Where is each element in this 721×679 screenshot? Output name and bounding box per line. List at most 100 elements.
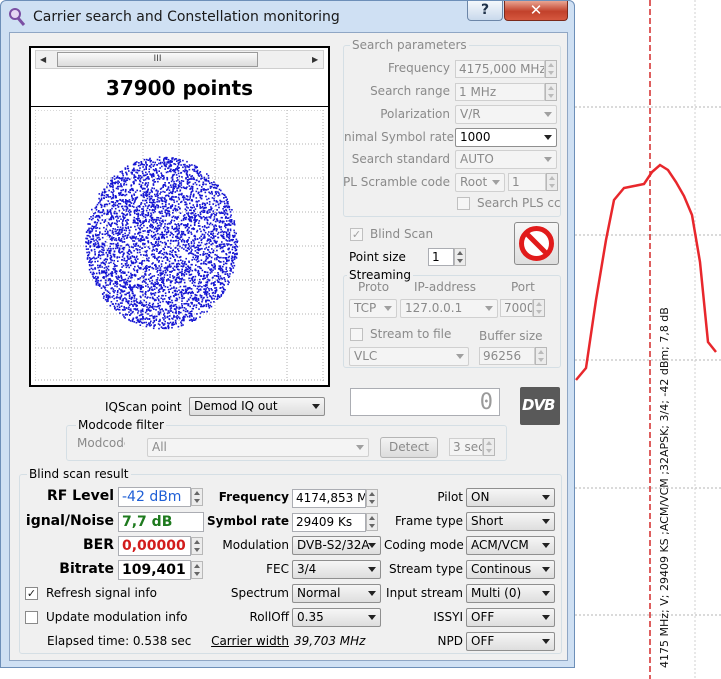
port-spinner[interactable] — [533, 299, 545, 317]
search-pls-checkbox[interactable] — [457, 197, 470, 210]
points-count: 37900 points — [105, 76, 254, 100]
ber-spinner[interactable] — [191, 537, 203, 555]
symbol-rate-value: 1000 — [460, 130, 491, 144]
search-range-spinner[interactable] — [545, 83, 557, 101]
dialog-window: Carrier search and Constellation monitor… — [0, 0, 575, 668]
symbol-rate-result-spinner[interactable] — [366, 513, 378, 531]
fec-label: FEC — [266, 562, 289, 576]
stream-to-file-checkbox[interactable] — [350, 328, 363, 341]
update-modulation-label: Update modulation info — [46, 610, 188, 624]
chevron-down-icon — [542, 591, 550, 596]
port-label: Port — [511, 280, 535, 294]
bitrate-spinner[interactable] — [191, 561, 203, 579]
stream-type-select[interactable]: Continous — [466, 560, 555, 579]
blind-scan-checkbox[interactable]: ✓ — [350, 228, 363, 241]
input-stream-label: Input stream — [386, 586, 463, 600]
chevron-down-icon — [492, 180, 500, 185]
pilot-select[interactable]: ON — [466, 488, 555, 507]
refresh-signal-checkbox[interactable]: ✓ — [25, 587, 38, 600]
search-range-field[interactable]: 1 MHz — [455, 83, 545, 101]
help-button[interactable]: ? — [467, 1, 503, 21]
fec-select[interactable]: 3/4 — [292, 560, 381, 579]
signal-noise-field: 7,7 dB — [118, 512, 204, 532]
chevron-down-icon — [456, 354, 464, 359]
symbol-rate-select[interactable]: 1000 — [455, 128, 557, 147]
scroll-left-icon[interactable]: ◀ — [40, 55, 46, 64]
issyi-label: ISSYI — [433, 610, 463, 624]
iqscan-point-select[interactable]: Demod IQ out — [189, 397, 325, 416]
spectrum-select[interactable]: Normal — [292, 584, 381, 603]
rf-level-field: -42 dBm — [118, 487, 191, 507]
modulation-select[interactable]: DVB-S2/32A — [292, 536, 381, 555]
pl-scramble-mode-select[interactable]: Root — [455, 173, 505, 192]
detect-time-spinner[interactable] — [483, 438, 495, 456]
proto-select[interactable]: TCP — [349, 299, 397, 318]
pl-scramble-spinner[interactable] — [546, 173, 558, 191]
npd-value: OFF — [471, 634, 495, 648]
chevron-down-icon — [544, 157, 552, 162]
chevron-down-icon — [544, 135, 552, 140]
scroll-right-icon[interactable]: ▶ — [312, 55, 318, 64]
elapsed-time: Elapsed time: 0.538 sec — [47, 634, 192, 648]
pl-scramble-field[interactable]: 1 — [508, 173, 546, 191]
update-modulation-checkbox[interactable] — [25, 611, 38, 624]
detect-time-field[interactable]: 3 sec — [449, 438, 483, 456]
refresh-signal-label: Refresh signal info — [46, 586, 157, 600]
rf-level-spinner[interactable] — [191, 488, 203, 506]
stream-to-file-label: Stream to file — [370, 327, 452, 341]
player-select[interactable]: VLC — [349, 347, 469, 366]
issyi-select[interactable]: OFF — [466, 608, 555, 627]
constellation-plot — [35, 110, 324, 381]
result-frequency-spinner[interactable] — [366, 489, 378, 507]
detect-button[interactable]: Detect — [380, 437, 438, 458]
buffer-size-spinner[interactable] — [535, 347, 547, 365]
packet-counter: 0 — [350, 388, 500, 416]
magnifier-icon — [9, 8, 26, 26]
close-button[interactable]: ✕ — [504, 1, 568, 21]
modulation-label: Modulation — [222, 538, 289, 552]
zoom-scrollbar[interactable]: ◀ III ▶ — [35, 50, 324, 69]
ip-address-select[interactable]: 127.0.0.1 — [400, 299, 498, 318]
ber-field: 0,00000 — [118, 536, 191, 556]
title-bar[interactable]: Carrier search and Constellation monitor… — [1, 1, 574, 31]
coding-mode-select[interactable]: ACM/VCM — [466, 536, 555, 555]
modulation-value: DVB-S2/32A — [297, 538, 370, 552]
stop-button[interactable] — [514, 222, 559, 265]
fec-value: 3/4 — [297, 562, 317, 576]
chevron-down-icon — [368, 591, 376, 596]
chevron-down-icon — [542, 519, 550, 524]
npd-select[interactable]: OFF — [466, 632, 555, 651]
point-size-spinner[interactable] — [454, 248, 466, 266]
polarization-select[interactable]: V/R — [455, 105, 557, 124]
point-size-field[interactable]: 1 — [428, 248, 454, 266]
rolloff-value: 0.35 — [297, 610, 324, 624]
frame-type-select[interactable]: Short — [466, 512, 555, 531]
chevron-down-icon — [542, 615, 550, 620]
search-frequency-spinner[interactable] — [545, 60, 557, 78]
stream-type-label: Stream type — [388, 562, 463, 576]
modcode-select[interactable]: All — [147, 438, 369, 457]
rolloff-label: RollOff — [249, 610, 289, 624]
point-size-label: Point size — [349, 250, 406, 264]
rolloff-select[interactable]: 0.35 — [292, 608, 381, 627]
packet-counter-value: 0 — [479, 390, 493, 415]
dvb-logo: DVB — [520, 387, 560, 425]
scroll-thumb[interactable]: III — [57, 52, 258, 67]
buffer-size-field[interactable]: 96256 — [479, 347, 535, 365]
chevron-down-icon — [542, 543, 550, 548]
carrier-width-label: Carrier width — [211, 634, 289, 648]
player-value: VLC — [354, 349, 378, 363]
search-standard-select[interactable]: AUTO — [455, 150, 557, 169]
search-frequency-field[interactable]: 4175,000 MHz — [455, 60, 545, 78]
port-field[interactable]: 7000 — [500, 299, 533, 317]
input-stream-value: Multi (0) — [471, 586, 522, 600]
pl-scramble-mode-value: Root — [460, 175, 488, 189]
iqscan-point-value: Demod IQ out — [194, 399, 278, 413]
input-stream-select[interactable]: Multi (0) — [466, 584, 555, 603]
symbol-rate-label: nimal Symbol rate — [344, 130, 455, 144]
result-frequency-field: 4174,853 M — [292, 489, 366, 508]
bitrate-label: Bitrate — [59, 561, 114, 577]
ip-address-label: IP-address — [414, 280, 476, 294]
blind-scan-result-title: Blind scan result — [27, 467, 131, 481]
rf-level-label: RF Level — [46, 488, 114, 504]
